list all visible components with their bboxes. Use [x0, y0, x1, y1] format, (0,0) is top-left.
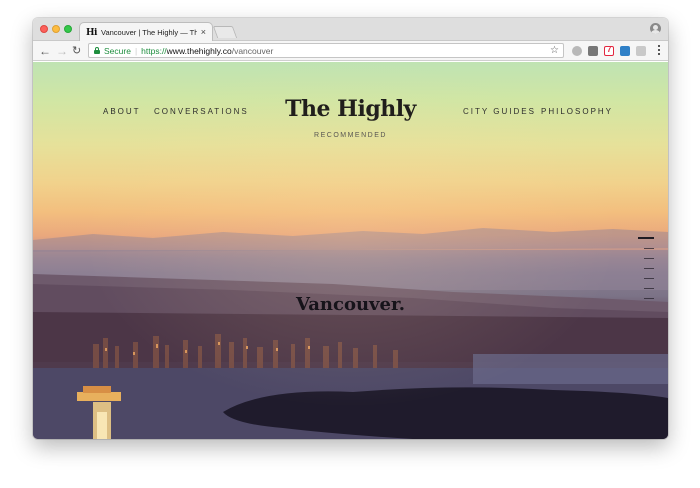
star-icon[interactable]: ☆: [550, 44, 559, 58]
divider: |: [134, 45, 138, 56]
nav-philosophy[interactable]: PHILOSOPHY: [541, 107, 613, 116]
close-window-icon[interactable]: [40, 25, 48, 33]
forward-icon[interactable]: →: [56, 43, 68, 59]
maximize-window-icon[interactable]: [64, 25, 72, 33]
url-host: www.thehighly.co: [166, 45, 232, 56]
url-path: /vancouver: [231, 45, 274, 56]
new-tab-icon[interactable]: [212, 26, 238, 38]
slide-dot[interactable]: [644, 267, 654, 269]
tab-title: Vancouver | The Highly — The: [101, 28, 197, 37]
slide-dot[interactable]: [644, 297, 654, 299]
secure-label: Secure: [104, 45, 131, 56]
tab-strip: Hi Vancouver | The Highly — The ×: [33, 18, 668, 42]
minimize-window-icon[interactable]: [52, 25, 60, 33]
extension-icon[interactable]: [620, 46, 630, 56]
browser-window: Hi Vancouver | The Highly — The × ← → ↻ …: [33, 18, 668, 439]
favicon-icon: Hi: [86, 27, 97, 38]
extension-icon[interactable]: [604, 45, 614, 56]
browser-toolbar: ← → ↻ Secure | https:// www.thehighly.co…: [33, 41, 668, 61]
slide-dot[interactable]: [644, 257, 654, 259]
menu-icon[interactable]: [658, 45, 660, 47]
back-icon[interactable]: ←: [39, 43, 51, 59]
reload-icon[interactable]: ↻: [72, 43, 81, 59]
nav-city-guides[interactable]: CITY GUIDES: [463, 107, 536, 116]
profile-icon[interactable]: [650, 23, 661, 34]
extension-icon[interactable]: [572, 46, 582, 56]
slide-dot[interactable]: [638, 237, 654, 239]
extension-icon[interactable]: [588, 46, 598, 56]
slide-dot[interactable]: [644, 277, 654, 279]
hero-section: ABOUT CONVERSATIONS The Highly RECOMMEND…: [33, 62, 668, 439]
lock-icon: [94, 47, 100, 54]
page-title: Vancouver.: [295, 294, 406, 315]
address-bar[interactable]: Secure | https:// www.thehighly.co /vanc…: [88, 43, 564, 58]
slide-indicator: [638, 237, 654, 308]
extension-icon[interactable]: [636, 46, 646, 56]
close-icon[interactable]: ×: [201, 28, 206, 37]
slide-dot[interactable]: [644, 247, 654, 249]
browser-tab[interactable]: Hi Vancouver | The Highly — The ×: [79, 22, 213, 42]
slide-dot[interactable]: [644, 287, 654, 289]
url-scheme: https://: [141, 45, 167, 56]
site-tagline: RECOMMENDED: [314, 132, 387, 139]
